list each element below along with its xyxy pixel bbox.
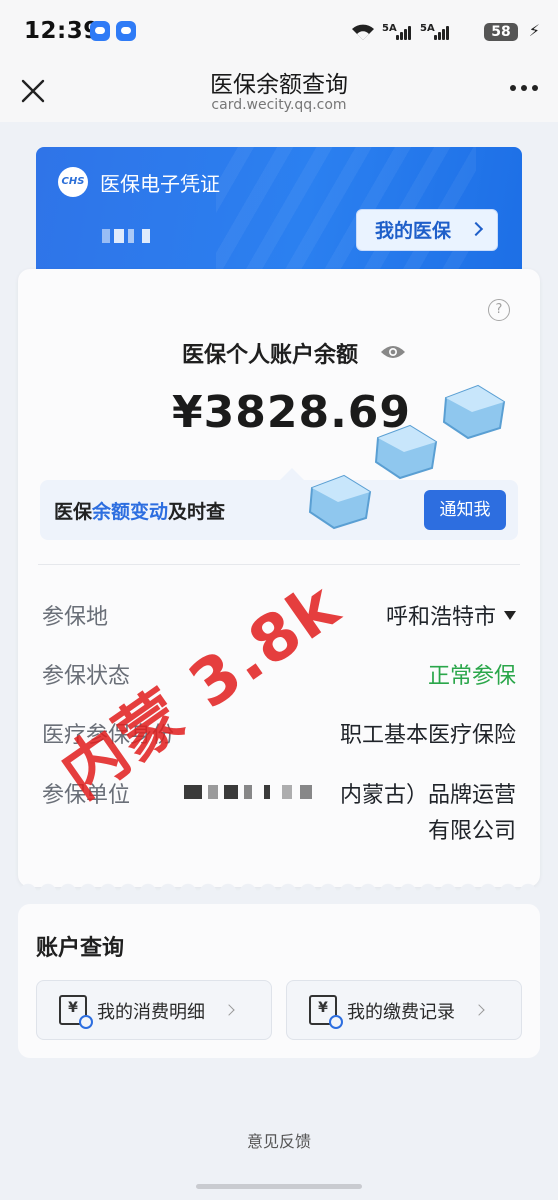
notify-text-before: 医保 xyxy=(54,501,93,523)
eye-icon[interactable] xyxy=(380,343,406,361)
navigation-bar: 医保余额查询 card.wecity.qq.com xyxy=(0,62,558,122)
clock-badge-icon xyxy=(329,1015,343,1029)
chat-notification-icon xyxy=(90,21,110,41)
payment-record-button[interactable]: ¥ 我的缴费记录 xyxy=(286,980,522,1040)
page-url: card.wecity.qq.com xyxy=(211,97,347,113)
chevron-right-icon xyxy=(473,1004,485,1016)
chevron-right-icon xyxy=(223,1004,235,1016)
home-indicator[interactable] xyxy=(196,1184,362,1189)
balance-label: 医保个人账户余额 xyxy=(181,343,358,368)
card-scallop-edge xyxy=(18,872,540,892)
network-label-1: 5A xyxy=(382,23,397,34)
wifi-icon xyxy=(350,22,376,42)
insured-place-label: 参保地 xyxy=(42,605,109,630)
account-query-card: 账户查询 ¥ 我的消费明细 ¥ 我的缴费记录 xyxy=(18,904,540,1058)
more-options-button[interactable] xyxy=(510,85,540,93)
insured-place-text: 呼和浩特市 xyxy=(385,605,496,630)
dropdown-caret-icon xyxy=(504,611,516,620)
search-badge-icon xyxy=(79,1015,93,1029)
signal-bars-icon-1 xyxy=(396,24,414,40)
insured-employer-value: 内蒙古）品牌运营 xyxy=(339,783,516,808)
help-icon[interactable]: ? xyxy=(488,299,510,321)
balance-notify-bar: 医保余额变动及时查 通知我 xyxy=(40,468,518,540)
notify-me-button[interactable]: 通知我 xyxy=(424,490,506,530)
status-bar: 12:39 5A 5A 58 ⚡ xyxy=(0,0,558,62)
masked-employer-name xyxy=(184,783,320,801)
banner-title: 医保电子凭证 xyxy=(100,172,220,196)
signal-bars-icon-2 xyxy=(434,24,452,40)
receipt-clock-icon: ¥ xyxy=(309,995,343,1029)
insured-place-value[interactable]: 呼和浩特市 xyxy=(386,599,516,631)
status-time: 12:39 xyxy=(24,18,100,44)
ice-cube-decoration xyxy=(308,474,372,530)
microphone-notification-icon xyxy=(116,21,136,41)
charging-icon: ⚡ xyxy=(528,21,540,40)
insured-employer-value-line2: 有限公司 xyxy=(427,819,516,844)
notify-text: 医保余额变动及时查 xyxy=(54,497,225,524)
chs-logo: CHS xyxy=(58,167,88,197)
divider xyxy=(38,564,520,565)
page-title: 医保余额查询 xyxy=(210,72,348,98)
receipt-search-icon: ¥ xyxy=(59,995,93,1029)
ice-cube-decoration xyxy=(374,424,438,480)
insured-status-value: 正常参保 xyxy=(427,664,516,689)
notify-text-highlight: 余额变动 xyxy=(92,501,169,523)
masked-user-name xyxy=(102,229,152,243)
my-insurance-label: 我的医保 xyxy=(375,220,452,242)
chevron-right-icon xyxy=(468,221,484,237)
insured-identity-value: 职工基本医疗保险 xyxy=(339,723,516,748)
ice-cube-decoration xyxy=(442,384,506,440)
status-indicators: 5A 5A 58 ⚡ xyxy=(350,18,540,46)
my-insurance-button[interactable]: 我的医保 xyxy=(356,209,498,251)
medical-insurance-card-banner: CHS 医保电子凭证 我的医保 xyxy=(36,147,522,277)
feedback-link[interactable]: 意见反馈 xyxy=(0,1128,558,1152)
receipt-symbol: ¥ xyxy=(318,1000,328,1016)
battery-icon: 58 xyxy=(484,23,518,41)
payment-record-label: 我的缴费记录 xyxy=(347,1002,455,1023)
receipt-symbol: ¥ xyxy=(68,1000,78,1016)
notify-text-after: 及时查 xyxy=(168,501,226,523)
network-label-2: 5A xyxy=(420,23,435,34)
consumption-detail-button[interactable]: ¥ 我的消费明细 xyxy=(36,980,272,1040)
account-query-title: 账户查询 xyxy=(36,936,125,961)
consumption-detail-label: 我的消费明细 xyxy=(97,1002,205,1023)
